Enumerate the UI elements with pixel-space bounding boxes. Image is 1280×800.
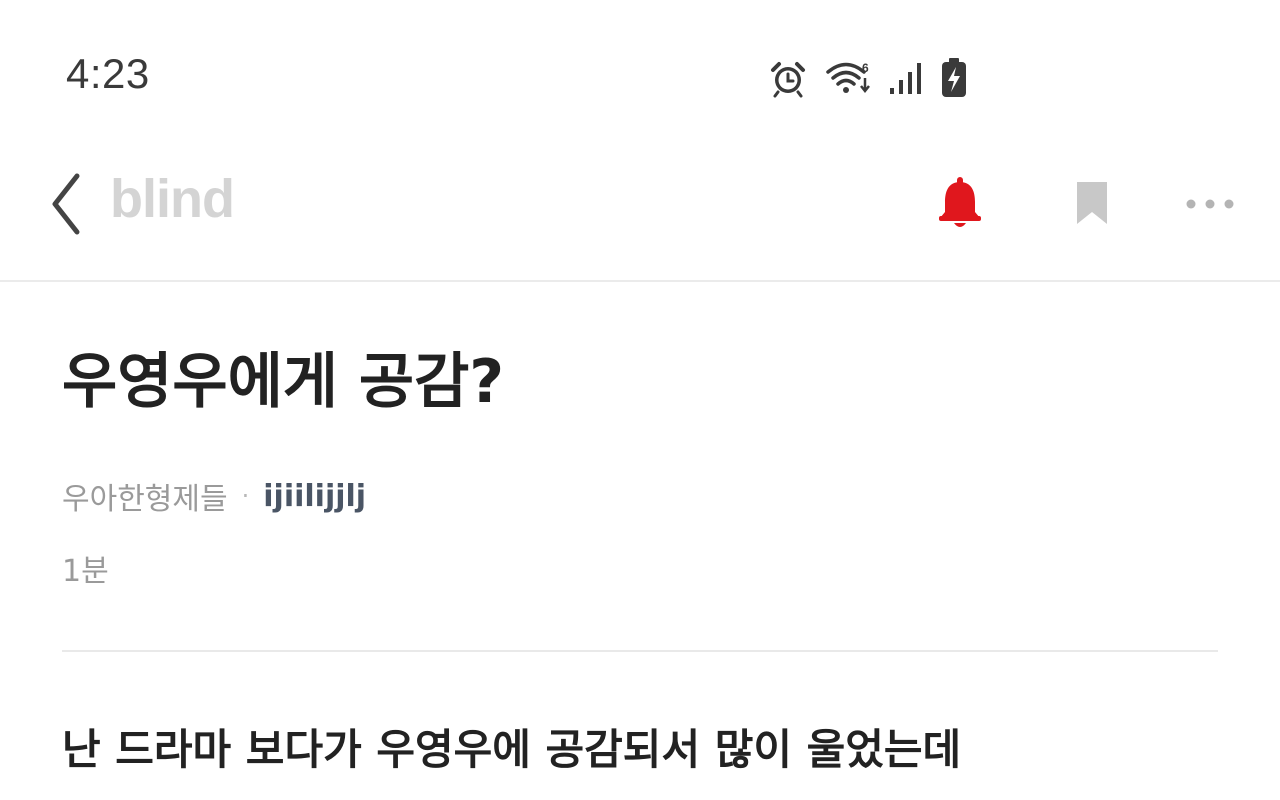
screen: 4:23 6 blind 우영우에게 공감? 우아한형제들 · ijiilijj… xyxy=(0,0,1280,800)
more-options-button[interactable] xyxy=(1175,170,1245,240)
post-time: 1분 xyxy=(62,554,109,589)
more-icon xyxy=(1184,196,1236,215)
alarm-icon xyxy=(768,58,808,98)
post-body: 난 드라마 보다가 우영우에 공감되서 많이 울었는데 xyxy=(62,725,962,774)
bookmark-button[interactable] xyxy=(1057,170,1127,240)
bell-icon xyxy=(936,175,984,235)
back-chevron-icon xyxy=(49,172,83,240)
post-title: 우영우에게 공감? xyxy=(62,347,505,417)
post-meta: 우아한형제들 · ijiilijjlj xyxy=(62,474,366,518)
meta-separator: · xyxy=(241,482,250,510)
battery-charging-icon xyxy=(940,57,968,99)
author-name[interactable]: ijiilijjlj xyxy=(263,479,366,514)
company-name[interactable]: 우아한형제들 xyxy=(62,474,228,518)
bookmark-icon xyxy=(1074,179,1110,231)
status-icons: 6 xyxy=(768,56,968,100)
svg-text:6: 6 xyxy=(862,61,869,75)
status-time: 4:23 xyxy=(66,50,150,97)
back-button[interactable] xyxy=(40,166,92,246)
blind-logo[interactable]: blind xyxy=(110,168,235,230)
status-bar: 4:23 6 xyxy=(0,0,1280,150)
signal-icon xyxy=(888,58,924,98)
wifi-icon: 6 xyxy=(824,58,872,98)
app-header: blind xyxy=(0,150,1280,282)
notification-button[interactable] xyxy=(925,170,995,240)
divider xyxy=(62,650,1218,652)
